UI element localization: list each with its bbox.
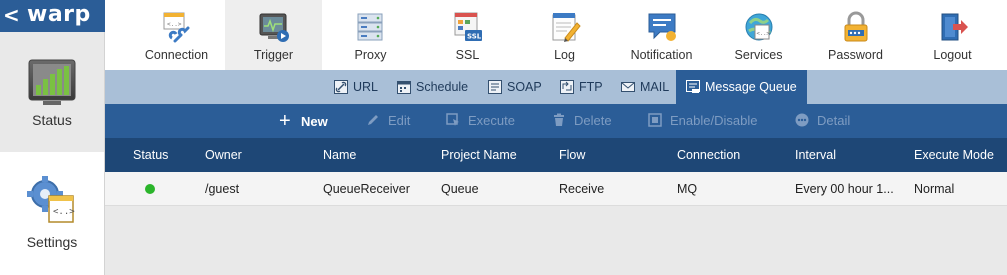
nav-services[interactable]: <..> Services [710,0,807,70]
delete-button[interactable]: Delete [552,104,612,138]
calendar-icon [397,81,411,94]
nav-label: Password [828,48,883,62]
edit-label: Edit [388,113,411,128]
cell-execute-mode: Normal [914,182,955,196]
log-icon [552,13,581,42]
nav-connection[interactable]: <..> Connection [128,0,225,70]
nav-notification[interactable]: Notification [613,0,710,70]
tab-label: Message Queue [705,80,797,94]
svg-text:<..>: <..> [757,31,771,37]
column-header-execute-mode[interactable]: Execute Mode [914,138,994,172]
tab-ftp[interactable]: FTP [560,70,603,104]
mail-icon [621,82,635,92]
nav-logout[interactable]: Logout [904,0,1001,70]
cell-project-name: Queue [441,182,479,196]
warp-logo: warp [27,2,91,27]
execute-label: Execute [468,113,515,128]
sidebar-item-status[interactable]: Status [0,32,104,152]
column-header-owner[interactable]: Owner [205,138,242,172]
trash-icon [554,113,564,126]
sidebar-item-settings[interactable]: <..> Settings [0,152,104,275]
nav-log[interactable]: Log [516,0,613,70]
queue-icon [686,80,700,93]
toggle-icon [648,113,662,127]
column-header-interval[interactable]: Interval [795,138,836,172]
nav-password[interactable]: Password [807,0,904,70]
left-panel: < warp Status <..> Settings [0,0,105,275]
soap-icon [488,80,502,94]
svg-text:SSL: SSL [467,33,482,41]
nav-label: Services [734,48,783,62]
back-chevron-icon[interactable]: < [3,4,21,26]
ssl-icon: SSL [454,12,482,41]
edit-button[interactable]: Edit [366,104,410,138]
nav-label: Connection [144,48,209,62]
new-button[interactable]: + New [279,104,328,138]
detail-label: Detail [817,113,851,128]
pencil-icon [368,115,378,125]
execute-button[interactable]: Execute [446,104,515,138]
link-icon [334,80,348,94]
table-row[interactable]: /guest QueueReceiver Queue Receive MQ Ev… [105,172,1007,206]
cell-interval: Every 00 hour 1... [795,182,894,196]
tab-label: Schedule [416,80,469,94]
detail-button[interactable]: Detail [795,104,850,138]
tab-label: SOAP [507,80,542,94]
tab-mail[interactable]: MAIL [621,70,669,104]
nav-label: Trigger [253,48,294,62]
table-header: Status Owner Name Project Name Flow Conn… [105,138,1007,172]
cell-name: QueueReceiver [323,182,410,196]
brand-bar: < warp [0,0,105,32]
status-indicator [145,184,155,194]
nav-label: Logout [933,48,972,62]
cell-connection: MQ [677,182,698,196]
tab-url[interactable]: URL [334,70,378,104]
column-header-project-name[interactable]: Project Name [441,138,517,172]
nav-label: Proxy [354,48,387,62]
table-body: /guest QueueReceiver Queue Receive MQ Ev… [105,172,1007,275]
action-toolbar: + New Edit Execute Delete Enable/Disable … [105,104,1007,138]
column-header-name[interactable]: Name [323,138,356,172]
trigger-subtabs: URL Schedule SOAP FTP MAIL Message Queue [105,70,1007,104]
proxy-icon [357,13,383,41]
bar-chart-icon [28,59,76,105]
nav-ssl[interactable]: SSL SSL [419,0,516,70]
trigger-icon [259,13,289,42]
execute-icon [446,113,459,126]
svg-text:<..>: <..> [167,21,182,28]
tab-soap[interactable]: SOAP [488,70,542,104]
nav-proxy[interactable]: Proxy [322,0,419,70]
sidebar-item-label: Settings [26,234,78,250]
enable-disable-label: Enable/Disable [670,113,758,128]
column-header-status[interactable]: Status [133,138,168,172]
tab-label: URL [353,80,379,94]
column-header-flow[interactable]: Flow [559,138,585,172]
sidebar-item-label: Status [32,112,72,128]
tab-label: MAIL [640,80,670,94]
tab-label: FTP [579,80,603,94]
services-icon: <..> [745,13,773,41]
notification-icon [648,13,676,41]
password-icon [844,11,868,42]
cell-flow: Receive [559,182,605,196]
top-navigation: <..> Connection Trigger Proxy SSL SSL Lo… [105,0,1007,70]
nav-label: SSL [455,48,480,62]
tab-schedule[interactable]: Schedule [397,70,468,104]
tab-message-queue[interactable]: Message Queue [676,70,807,104]
connection-icon: <..> [163,12,190,43]
svg-text:<..>: <..> [53,207,75,217]
new-label: New [301,114,328,129]
nav-label: Log [554,48,575,62]
column-header-connection[interactable]: Connection [677,138,740,172]
nav-trigger[interactable]: Trigger [225,0,322,70]
ftp-icon [560,80,574,94]
plus-icon: + [279,110,291,132]
nav-label: Notification [630,48,693,62]
gear-document-icon: <..> [27,176,75,223]
more-icon [795,113,809,127]
cell-owner: /guest [205,182,240,196]
logout-icon [941,13,968,41]
enable-disable-button[interactable]: Enable/Disable [648,104,757,138]
delete-label: Delete [574,113,612,128]
